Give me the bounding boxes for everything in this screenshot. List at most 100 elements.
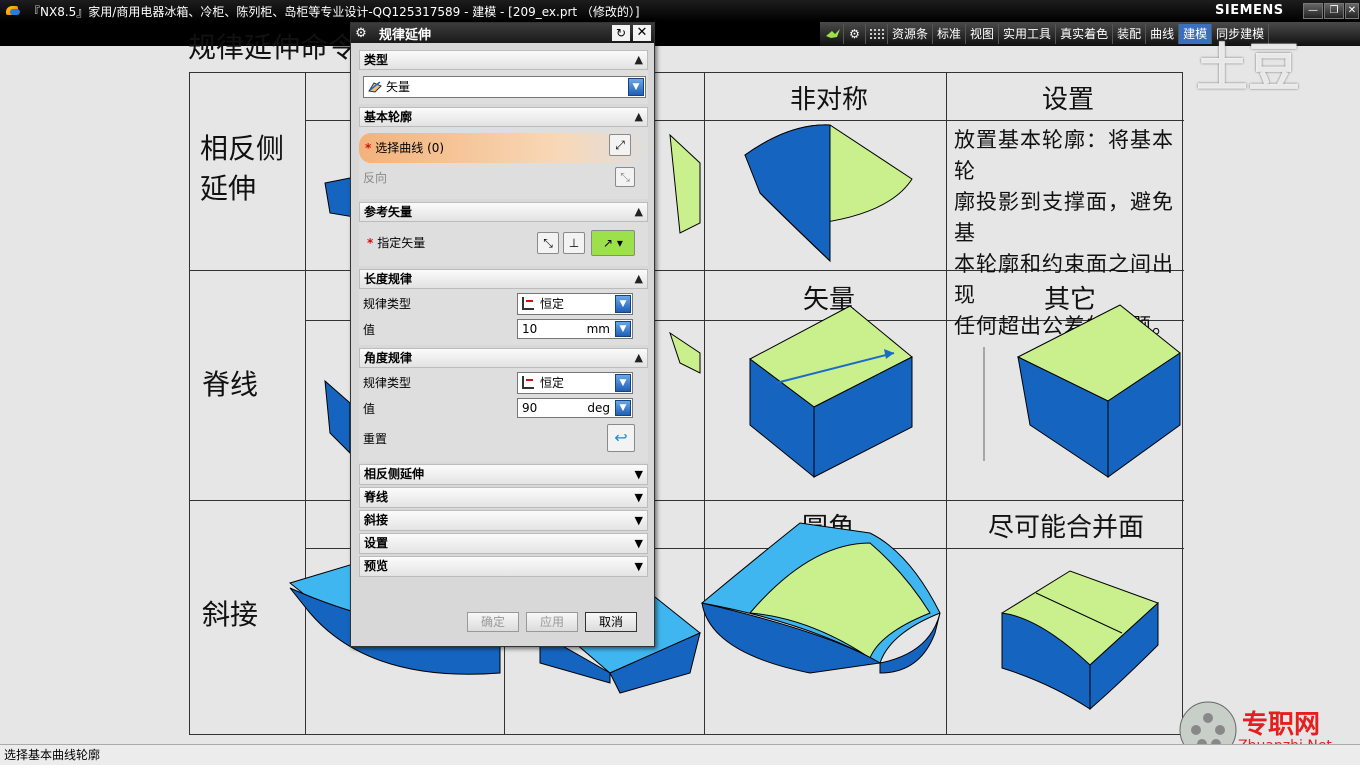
- bird-icon[interactable]: [822, 24, 844, 44]
- chevron-down-icon: ▼: [634, 560, 643, 573]
- section-reference-vector[interactable]: 参考矢量 ▲: [359, 202, 648, 222]
- reset-arrow-icon[interactable]: ↩: [607, 424, 635, 452]
- vector-icon: [368, 81, 382, 93]
- dialog-title-bar[interactable]: ⚙ 规律延伸 ↻ ✕: [351, 23, 654, 43]
- graphics-canvas[interactable]: 规律延伸命令说明 非对称 设置 矢量 其它 圆角 尽可能合并面 相反侧延伸 脊线…: [0, 31, 1360, 744]
- section-opposite-side[interactable]: 相反侧延伸 ▼: [359, 464, 648, 485]
- section-label: 类型: [364, 53, 389, 67]
- section-label: 脊线: [364, 490, 389, 504]
- reset-icon[interactable]: ↻: [612, 25, 630, 41]
- chevron-down-icon: ▼: [628, 78, 644, 96]
- tab-standard[interactable]: 标准: [933, 24, 967, 44]
- reverse-vector-icon[interactable]: ⤡: [537, 232, 559, 254]
- dialog-title: 规律延伸: [379, 27, 432, 43]
- close-button[interactable]: ✕: [1345, 3, 1359, 19]
- length-law-content: 规律类型 恒定 ▼ 值 10 mm ▼: [359, 289, 648, 345]
- arrow-down-icon[interactable]: ▼: [615, 321, 631, 337]
- dialog-gear-icon[interactable]: ⚙: [351, 26, 371, 41]
- section-label: 设置: [364, 536, 389, 550]
- law-type-value: 恒定: [540, 376, 565, 390]
- section-angle-law[interactable]: 角度规律 ▲: [359, 348, 648, 368]
- select-curve-row[interactable]: * 选择曲线 (0): [359, 133, 646, 163]
- chevron-up-icon: ▲: [634, 272, 643, 285]
- grid-icon[interactable]: [866, 24, 888, 44]
- chevron-up-icon: ▲: [634, 205, 643, 218]
- angle-law-type-row: 规律类型 恒定 ▼: [359, 370, 648, 396]
- chevron-up-icon: ▲: [634, 110, 643, 123]
- demo-table: 非对称 设置 矢量 其它 圆角 尽可能合并面 相反侧延伸 脊线 斜接 放置基本轮…: [189, 72, 1184, 735]
- gear-icon[interactable]: ⚙: [844, 24, 866, 44]
- angle-value: 90: [522, 401, 538, 415]
- inferred-vector-icon[interactable]: ↗ ▾: [591, 230, 635, 256]
- law-extension-dialog: ⚙ 规律延伸 ↻ ✕ 类型 ▲ 矢量 ▼ 基本轮廓 ▲ * 选择曲线 (0) ⤢ 反向…: [350, 22, 655, 647]
- tab-true-shading[interactable]: 真实着色: [1056, 24, 1114, 44]
- section-label: 预览: [364, 559, 389, 573]
- length-value-input[interactable]: 10 mm ▼: [517, 319, 633, 339]
- chevron-down-icon: ▼: [634, 514, 643, 527]
- tab-curve[interactable]: 曲线: [1146, 24, 1180, 44]
- angle-law-content: 规律类型 恒定 ▼ 值 90 deg ▼ 重置 ↩: [359, 368, 648, 462]
- curve-select-icon[interactable]: ⤢: [609, 134, 631, 156]
- window-title: 『NX8.5』家用/商用电器冰箱、冷柜、陈列柜、岛柜等专业设计-QQ125317…: [28, 4, 640, 19]
- arrow-down-icon[interactable]: ▼: [615, 400, 631, 416]
- section-label: 长度规律: [364, 272, 413, 286]
- law-type-label: 规律类型: [363, 297, 412, 311]
- section-label: 基本轮廓: [364, 110, 413, 124]
- tab-resource-bar[interactable]: 资源条: [888, 24, 934, 44]
- apply-button[interactable]: 应用: [526, 612, 578, 632]
- nx-logo-icon: [4, 3, 22, 19]
- chevron-down-icon: ▼: [615, 295, 631, 313]
- section-spine[interactable]: 脊线 ▼: [359, 487, 648, 508]
- section-label: 相反侧延伸: [364, 467, 425, 481]
- section-settings[interactable]: 设置 ▼: [359, 533, 648, 554]
- base-profile-content: * 选择曲线 (0) ⤢ 反向 ⤡: [359, 127, 648, 199]
- dialog-button-row: 确定 应用 取消: [351, 612, 654, 634]
- minimize-button[interactable]: —: [1303, 3, 1323, 19]
- status-bar: 选择基本曲线轮廓: [0, 744, 1360, 765]
- restore-button[interactable]: ❐: [1324, 3, 1344, 19]
- section-base-profile[interactable]: 基本轮廓 ▲: [359, 107, 648, 127]
- section-type[interactable]: 类型 ▲: [359, 50, 648, 70]
- ok-button[interactable]: 确定: [467, 612, 519, 632]
- value-label: 值: [363, 402, 376, 416]
- dialog-close-button[interactable]: ✕: [633, 25, 651, 41]
- section-label: 参考矢量: [364, 205, 413, 219]
- type-dropdown[interactable]: 矢量 ▼: [363, 76, 646, 98]
- angle-unit: deg: [587, 401, 610, 415]
- chevron-up-icon: ▲: [634, 351, 643, 364]
- reset-label: 重置: [363, 432, 388, 446]
- chevron-down-icon: ▼: [634, 491, 643, 504]
- section-label: 角度规律: [364, 351, 413, 365]
- length-law-type-dropdown[interactable]: 恒定 ▼: [517, 293, 633, 315]
- section-preview[interactable]: 预览 ▼: [359, 556, 648, 577]
- chevron-down-icon: ▼: [634, 468, 643, 481]
- tab-assembly[interactable]: 装配: [1113, 24, 1147, 44]
- siemens-brand: SIEMENS: [1215, 3, 1284, 18]
- title-bar: 『NX8.5』家用/商用电器冰箱、冷柜、陈列柜、岛柜等专业设计-QQ125317…: [0, 0, 1360, 22]
- reverse-direction-icon[interactable]: ⤡: [615, 167, 635, 187]
- chevron-up-icon: ▲: [634, 53, 643, 66]
- length-unit: mm: [586, 322, 610, 336]
- site-name-cn: 专职网: [1242, 710, 1321, 740]
- length-law-type-row: 规律类型 恒定 ▼: [359, 291, 648, 317]
- value-label: 值: [363, 323, 376, 337]
- vector-dialog-icon[interactable]: ⊥: [563, 232, 585, 254]
- angle-value-input[interactable]: 90 deg ▼: [517, 398, 633, 418]
- reset-row: 重置 ↩: [359, 422, 648, 456]
- law-type-label: 规律类型: [363, 376, 412, 390]
- tab-utility[interactable]: 实用工具: [999, 24, 1057, 44]
- ref-vector-content: * 指定矢量 ⤡ ⊥ ↗ ▾: [359, 222, 648, 266]
- law-type-value: 恒定: [540, 297, 565, 311]
- tab-view[interactable]: 视图: [966, 24, 1000, 44]
- section-label: 斜接: [364, 513, 389, 527]
- angle-value-row: 值 90 deg ▼: [359, 396, 648, 422]
- section-miter[interactable]: 斜接 ▼: [359, 510, 648, 531]
- angle-law-type-dropdown[interactable]: 恒定 ▼: [517, 372, 633, 394]
- section-length-law[interactable]: 长度规律 ▲: [359, 269, 648, 289]
- chevron-down-icon: ▼: [634, 537, 643, 550]
- specify-vector-text: 指定矢量: [377, 236, 426, 250]
- reverse-label: 反向: [363, 171, 388, 185]
- length-value-row: 值 10 mm ▼: [359, 317, 648, 343]
- type-value: 矢量: [386, 80, 411, 94]
- cancel-button[interactable]: 取消: [585, 612, 637, 632]
